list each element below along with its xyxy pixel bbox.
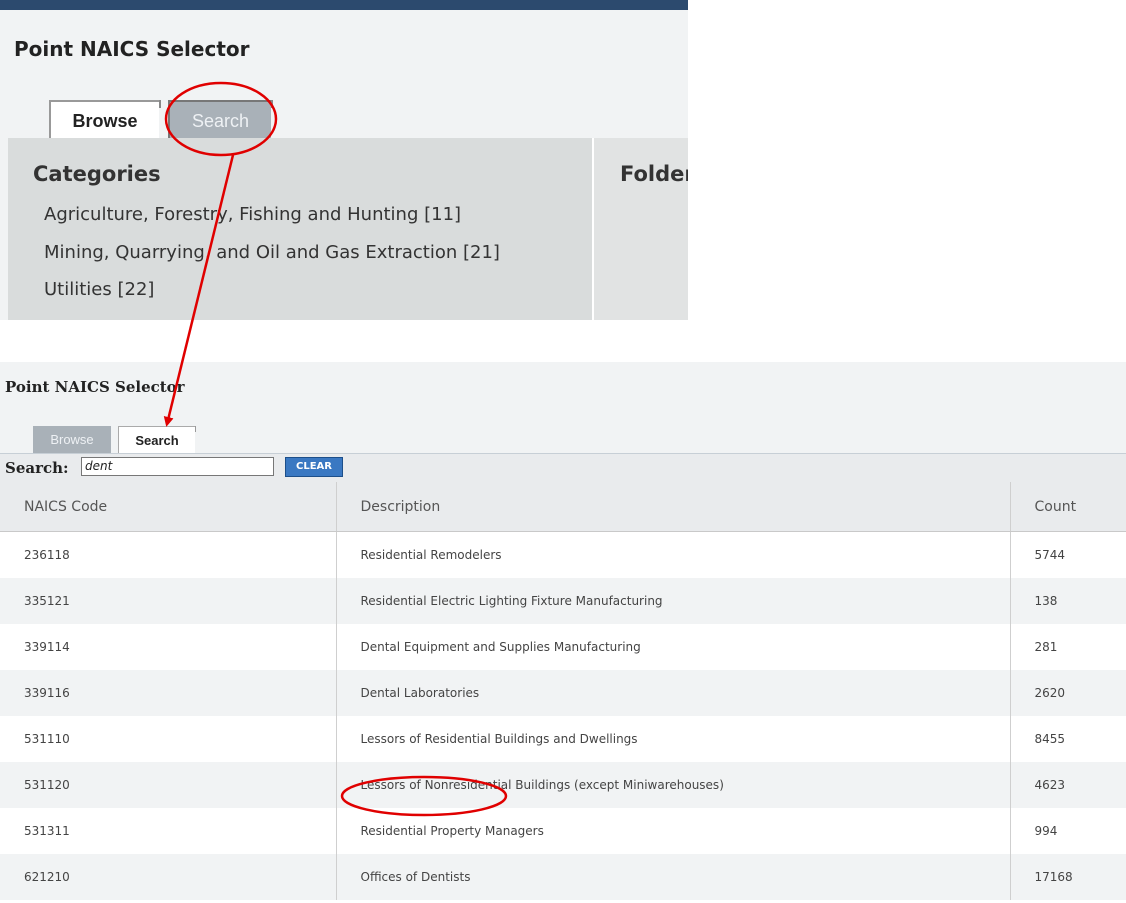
clear-button[interactable]: CLEAR bbox=[285, 457, 343, 477]
cell-naics-code: 531120 bbox=[0, 762, 336, 808]
table-row[interactable]: 531311 Residential Property Managers 994 bbox=[0, 808, 1126, 854]
search-view-panel: Point NAICS Selector Browse Search Searc… bbox=[0, 362, 1126, 903]
cell-count: 17168 bbox=[1009, 854, 1126, 900]
tab-search[interactable]: Search bbox=[168, 100, 273, 138]
table-header-row: NAICS Code Description Count bbox=[0, 482, 1126, 532]
cell-naics-code: 335121 bbox=[0, 578, 336, 624]
results-table: NAICS Code Description Count 236118 Resi… bbox=[0, 482, 1126, 900]
search-view-header: Point NAICS Selector Browse Search bbox=[0, 362, 1126, 454]
cell-count: 281 bbox=[1009, 624, 1126, 670]
folder-heading: Folder bbox=[620, 162, 688, 186]
table-row[interactable]: 531120 Lessors of Nonresidential Buildin… bbox=[0, 762, 1126, 808]
cell-description: Residential Remodelers bbox=[335, 531, 1010, 578]
category-item[interactable]: Utilities [22] bbox=[44, 279, 154, 300]
tab-search[interactable]: Search bbox=[118, 426, 196, 453]
cell-description: Residential Electric Lighting Fixture Ma… bbox=[335, 578, 1010, 624]
table-row[interactable]: 531110 Lessors of Residential Buildings … bbox=[0, 716, 1126, 762]
window-top-bar bbox=[0, 0, 688, 10]
cell-count: 8455 bbox=[1009, 716, 1126, 762]
cell-description: Lessors of Residential Buildings and Dwe… bbox=[335, 716, 1010, 762]
category-item[interactable]: Mining, Quarrying, and Oil and Gas Extra… bbox=[44, 242, 500, 263]
column-header-description[interactable]: Description bbox=[335, 482, 1010, 532]
table-row[interactable]: 339116 Dental Laboratories 2620 bbox=[0, 670, 1126, 716]
category-item[interactable]: Agriculture, Forestry, Fishing and Hunti… bbox=[44, 204, 461, 225]
tab-browse[interactable]: Browse bbox=[49, 100, 161, 138]
page-title: Point NAICS Selector bbox=[14, 37, 250, 61]
tab-browse[interactable]: Browse bbox=[33, 426, 111, 453]
cell-naics-code: 339114 bbox=[0, 624, 336, 670]
cell-count: 994 bbox=[1009, 808, 1126, 854]
table-row[interactable]: 335121 Residential Electric Lighting Fix… bbox=[0, 578, 1126, 624]
cell-description: Residential Property Managers bbox=[335, 808, 1010, 854]
cell-naics-code: 531110 bbox=[0, 716, 336, 762]
column-header-naics-code[interactable]: NAICS Code bbox=[0, 482, 336, 532]
pane-divider bbox=[592, 138, 594, 320]
search-bar: Search: dent CLEAR bbox=[0, 454, 1126, 482]
cell-naics-code: 339116 bbox=[0, 670, 336, 716]
page-title: Point NAICS Selector bbox=[5, 378, 185, 396]
cell-naics-code: 531311 bbox=[0, 808, 336, 854]
cell-description: Lessors of Nonresidential Buildings (exc… bbox=[335, 762, 1010, 808]
cell-naics-code: 621210 bbox=[0, 854, 336, 900]
table-row[interactable]: 339114 Dental Equipment and Supplies Man… bbox=[0, 624, 1126, 670]
cell-count: 2620 bbox=[1009, 670, 1126, 716]
browse-view-panel: Point NAICS Selector Browse Search Categ… bbox=[0, 0, 688, 320]
search-label: Search: bbox=[5, 459, 69, 477]
cell-count: 138 bbox=[1009, 578, 1126, 624]
table-row[interactable]: 236118 Residential Remodelers 5744 bbox=[0, 531, 1126, 578]
cell-count: 4623 bbox=[1009, 762, 1126, 808]
cell-description: Dental Laboratories bbox=[335, 670, 1010, 716]
cell-description: Dental Equipment and Supplies Manufactur… bbox=[335, 624, 1010, 670]
search-input[interactable]: dent bbox=[81, 457, 274, 476]
categories-heading: Categories bbox=[33, 162, 161, 186]
table-row[interactable]: 621210 Offices of Dentists 17168 bbox=[0, 854, 1126, 900]
cell-naics-code: 236118 bbox=[0, 531, 336, 578]
column-header-count[interactable]: Count bbox=[1009, 482, 1126, 532]
cell-description: Offices of Dentists bbox=[335, 854, 1010, 900]
cell-count: 5744 bbox=[1009, 531, 1126, 578]
